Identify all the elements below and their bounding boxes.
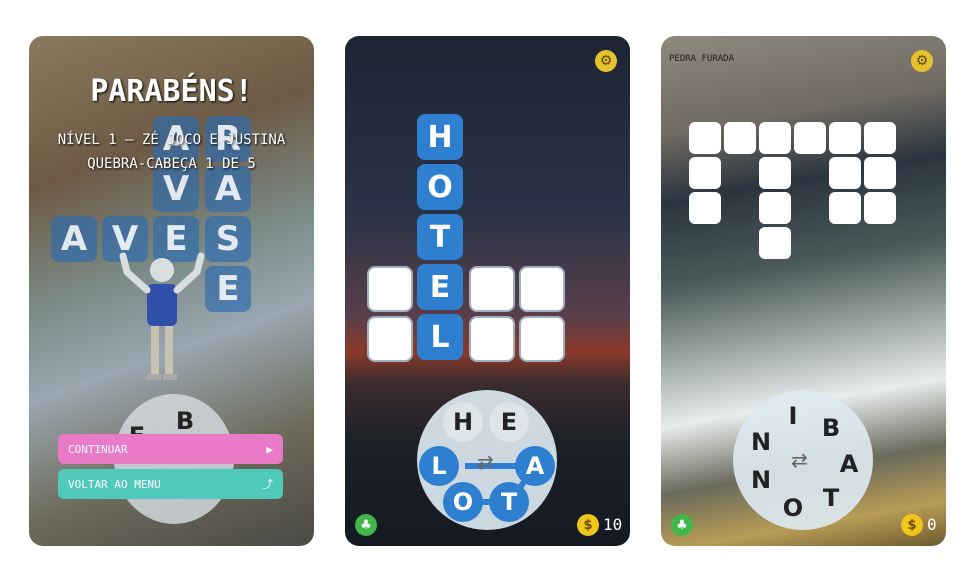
menu-label: VOLTAR AO MENU (68, 477, 161, 491)
level-line: NÍVEL 1 – ZÉ JOCO E JUSTINA (57, 132, 286, 148)
word-tile: O (417, 164, 463, 210)
empty-tile (724, 122, 756, 154)
empty-tile (689, 122, 721, 154)
wheel-letter[interactable]: T (489, 482, 529, 522)
empty-tile (469, 266, 515, 312)
word-tile: H (417, 114, 463, 160)
ghost-tile: S (205, 216, 251, 262)
empty-tile (689, 192, 721, 224)
empty-tile (864, 157, 896, 189)
wheel-letter[interactable]: O (773, 488, 813, 528)
screen-puzzle-pedra: PEDRA FURADA ⚙ I B N A N T O ⇄ ♣ $ 0 (661, 36, 946, 546)
empty-tile (829, 157, 861, 189)
wheel-letter[interactable]: L (419, 446, 459, 486)
empty-tile (829, 122, 861, 154)
wheel-letter[interactable]: N (741, 460, 781, 500)
tree-icon[interactable]: ♣ (355, 514, 377, 536)
coin-icon: $ (577, 514, 599, 536)
screen-congrats: A R V A A V E S E PARABÉNS! NÍVEL 1 – ZÉ… (29, 36, 314, 546)
empty-tile (864, 192, 896, 224)
coin-icon: $ (901, 514, 923, 536)
gear-icon[interactable]: ⚙ (911, 50, 933, 72)
ghost-tile: V (153, 166, 199, 212)
wheel-letter[interactable]: B (811, 408, 851, 448)
empty-tile (864, 122, 896, 154)
gear-icon[interactable]: ⚙ (595, 50, 617, 72)
empty-tile (759, 122, 791, 154)
ghost-tile: A (51, 216, 97, 262)
empty-tile (689, 157, 721, 189)
congrats-title: PARABÉNS! (90, 74, 253, 109)
back-to-menu-button[interactable]: VOLTAR AO MENU ⤴ (58, 469, 283, 499)
shuffle-icon[interactable]: ⇄ (477, 450, 494, 474)
menu-icon: ⤴ (262, 478, 273, 491)
empty-tile (794, 122, 826, 154)
empty-tile (519, 266, 565, 312)
empty-tile (469, 316, 515, 362)
empty-tile (367, 266, 413, 312)
shuffle-icon[interactable]: ⇄ (791, 448, 808, 472)
location-label: PEDRA FURADA (669, 54, 735, 64)
wheel-letter[interactable]: I (773, 396, 813, 436)
tree-icon[interactable]: ♣ (671, 514, 693, 536)
screen-puzzle-hotel: ⚙ H O T E L H E L A O T ⇄ ♣ $ 10 (345, 36, 630, 546)
empty-tile (829, 192, 861, 224)
word-tile: L (417, 314, 463, 360)
ghost-tile: A (205, 166, 251, 212)
wheel-letter[interactable]: N (741, 422, 781, 462)
wheel-letter[interactable]: E (489, 402, 529, 442)
puzzle-line: QUEBRA-CABEÇA 1 DE 5 (87, 156, 256, 172)
empty-tile (759, 192, 791, 224)
mascot-figure (119, 252, 205, 380)
empty-tile (367, 316, 413, 362)
empty-tile (519, 316, 565, 362)
wheel-letter[interactable]: A (515, 446, 555, 486)
word-tile: E (417, 264, 463, 310)
empty-tile (759, 227, 791, 259)
coin-count: 10 (603, 515, 623, 534)
wheel-letter[interactable]: H (443, 402, 483, 442)
play-icon: ▶ (266, 442, 273, 456)
wheel-letter[interactable]: T (811, 478, 851, 518)
continue-label: CONTINUAR (68, 442, 128, 456)
coin-count: 0 (927, 515, 937, 534)
empty-tile (759, 157, 791, 189)
continue-button[interactable]: CONTINUAR ▶ (58, 434, 283, 464)
word-tile: T (417, 214, 463, 260)
ghost-tile: E (205, 266, 251, 312)
wheel-letter[interactable]: O (443, 482, 483, 522)
